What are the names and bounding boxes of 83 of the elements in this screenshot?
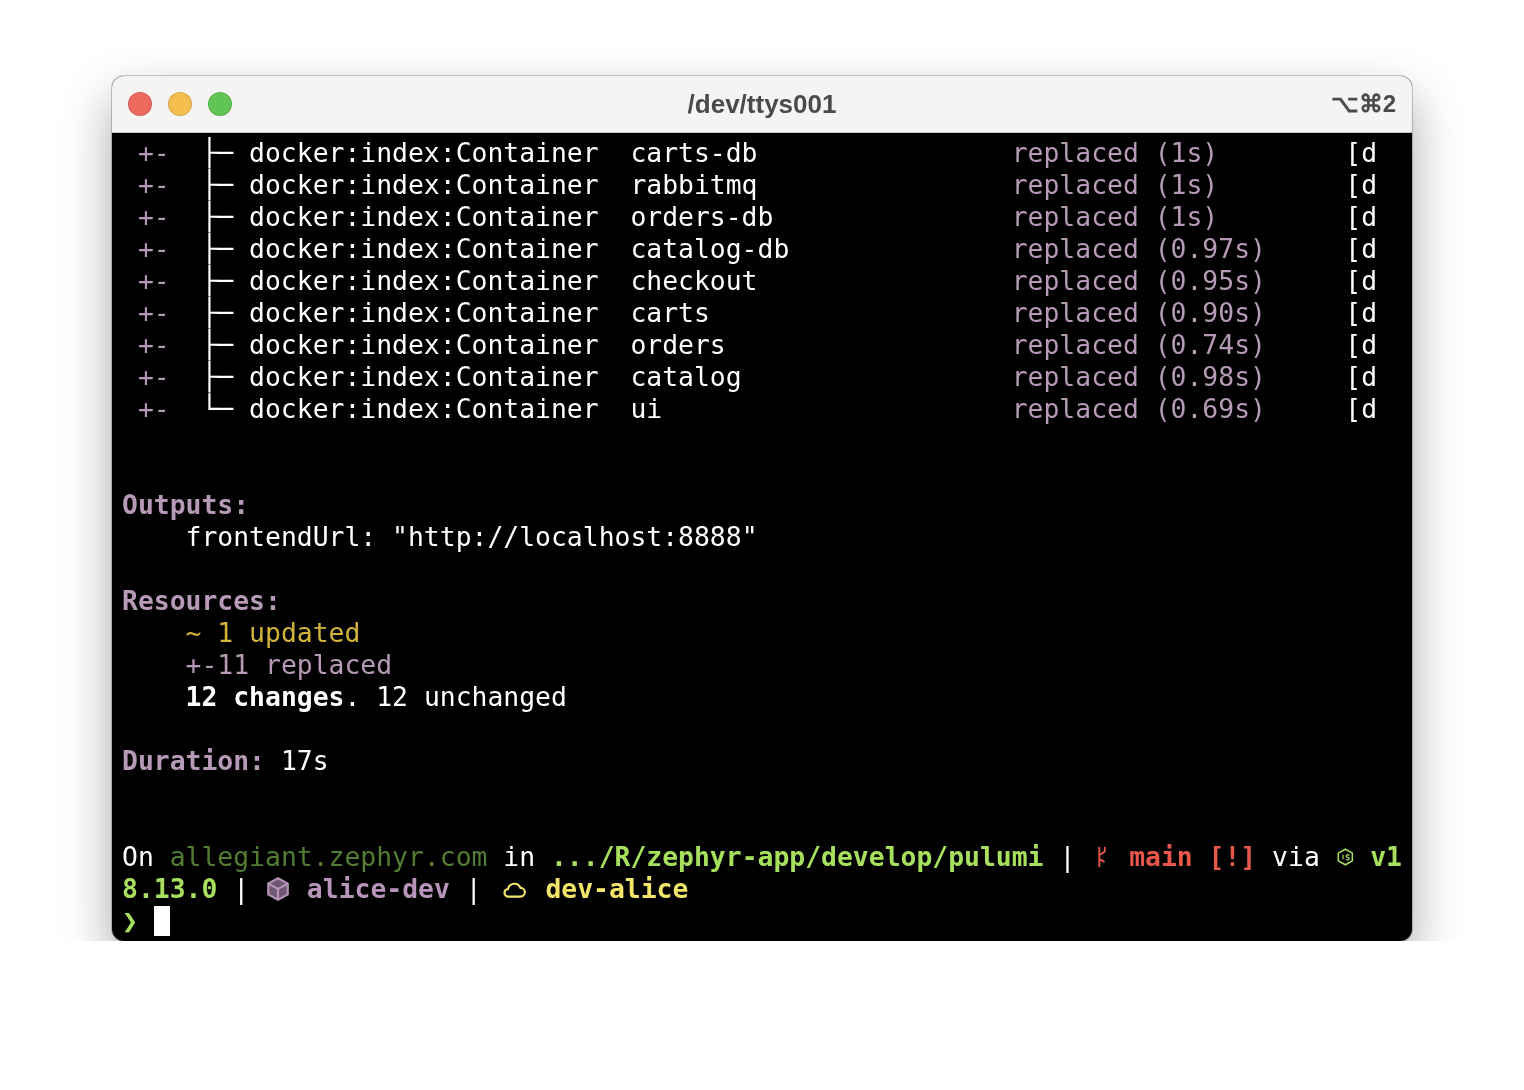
output-value: frontendUrl: "http://localhost:8888" <box>185 521 758 553</box>
resource-name: carts-db <box>630 137 758 168</box>
resource-info: [d <box>1345 329 1378 360</box>
resource-type: docker:index:Container <box>249 329 599 360</box>
operation-symbol: +- <box>137 329 170 360</box>
resource-type: docker:index:Container <box>249 265 599 296</box>
prompt-text: On <box>122 841 154 873</box>
resource-info: [d <box>1345 361 1378 392</box>
tree-branch: ├─ <box>201 361 234 392</box>
resource-type: docker:index:Container <box>249 137 599 168</box>
prompt-text: allegiant.zephyr.com <box>169 841 488 873</box>
tree-branch: ├─ <box>201 265 234 296</box>
close-button[interactable] <box>128 92 152 116</box>
resource-info: [d <box>1345 297 1378 328</box>
prompt-text: | <box>233 873 250 905</box>
prompt-text: alice-dev <box>306 873 450 905</box>
resource-status: replaced (0.98s) <box>1011 361 1266 392</box>
resource-status: replaced (0.97s) <box>1011 233 1266 264</box>
resource-info: [d <box>1345 233 1378 264</box>
tree-branch: ├─ <box>201 201 234 232</box>
tree-branch: ├─ <box>201 233 234 264</box>
resource-status: replaced (0.95s) <box>1011 265 1266 296</box>
tree-branch: ├─ <box>201 169 234 200</box>
operation-symbol: +- <box>137 361 170 392</box>
resource-type: docker:index:Container <box>249 169 599 200</box>
prompt-text: main <box>1129 841 1193 873</box>
resource-info: [d <box>1345 137 1378 168</box>
prompt-text: | <box>465 873 482 905</box>
minimize-button[interactable] <box>168 92 192 116</box>
resource-status: replaced (1s) <box>1011 201 1219 232</box>
section-heading: Outputs: <box>122 489 250 521</box>
resource-summary: +-11 replaced <box>185 649 393 681</box>
resource-status: replaced (1s) <box>1011 137 1219 168</box>
tree-branch: ├─ <box>201 297 234 328</box>
resource-type: docker:index:Container <box>249 201 599 232</box>
resource-type: docker:index:Container <box>249 233 599 264</box>
resource-name: catalog-db <box>630 233 790 264</box>
resource-type: docker:index:Container <box>249 361 599 392</box>
operation-symbol: +- <box>137 297 170 328</box>
duration-value: 17s <box>280 745 329 777</box>
prompt-text: .../R/zephyr-app/develop/pulumi <box>550 841 1044 873</box>
resource-name: orders-db <box>630 201 774 232</box>
resource-name: rabbitmq <box>630 169 758 200</box>
resource-info: [d <box>1345 265 1378 296</box>
resource-info: [d <box>1345 169 1378 200</box>
resource-summary: ~ 1 updated <box>185 617 361 649</box>
prompt-text: 8.13.0 <box>122 873 218 905</box>
prompt-text: v1 <box>1370 841 1402 873</box>
window-title: /dev/ttys001 <box>687 88 837 120</box>
operation-symbol: +- <box>137 393 170 424</box>
prompt-text: [!] <box>1208 841 1257 873</box>
operation-symbol: +- <box>137 169 170 200</box>
resource-info: [d <box>1345 393 1378 424</box>
zoom-button[interactable] <box>208 92 232 116</box>
operation-symbol: +- <box>137 265 170 296</box>
operation-symbol: +- <box>137 233 170 264</box>
section-heading: Resources: <box>122 585 281 617</box>
resource-type: docker:index:Container <box>249 393 599 424</box>
resource-status: replaced (0.69s) <box>1011 393 1266 424</box>
prompt-text: via <box>1272 841 1320 873</box>
prompt-symbol: ❯ <box>122 905 138 937</box>
resource-status: replaced (0.74s) <box>1011 329 1266 360</box>
resource-name: orders <box>630 329 726 360</box>
tree-branch: ├─ <box>201 137 234 168</box>
resource-status: replaced (1s) <box>1011 169 1219 200</box>
resource-info: [d <box>1345 201 1378 232</box>
tree-branch: └─ <box>201 393 234 424</box>
tree-branch: ├─ <box>201 329 234 360</box>
resource-status: replaced (0.90s) <box>1011 297 1266 328</box>
operation-symbol: +- <box>137 201 170 232</box>
resource-type: docker:index:Container <box>249 297 599 328</box>
resource-name: checkout <box>630 265 758 296</box>
section-heading: Duration: <box>122 745 265 777</box>
prompt-text: in <box>503 841 536 873</box>
shortcut-label: ⌥⌘2 <box>1330 90 1396 118</box>
resource-name: catalog <box>630 361 742 392</box>
text-cursor <box>153 906 170 936</box>
operation-symbol: +- <box>137 137 170 168</box>
resource-summary: 12 changes. 12 unchanged <box>185 681 567 713</box>
resource-name: ui <box>630 393 663 424</box>
prompt-text: dev-alice <box>545 873 689 905</box>
resource-name: carts <box>630 297 710 328</box>
prompt-text: | <box>1059 841 1076 873</box>
